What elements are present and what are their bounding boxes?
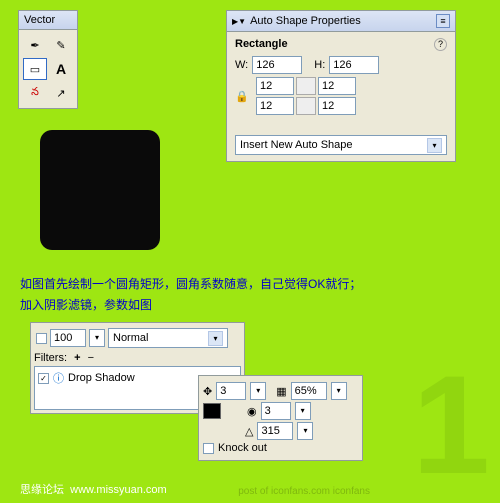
softness-input[interactable] bbox=[261, 402, 291, 420]
angle-icon: △ bbox=[245, 425, 253, 438]
blend-dropdown[interactable]: Normal ▾ bbox=[108, 328, 228, 348]
props-titlebar[interactable]: ▶▼ Auto Shape Properties ≡ bbox=[227, 11, 455, 32]
height-input[interactable] bbox=[329, 56, 379, 74]
props-title: Auto Shape Properties bbox=[250, 15, 361, 27]
corner-tl-input[interactable] bbox=[256, 77, 294, 95]
op-slider-icon[interactable]: ▾ bbox=[331, 382, 347, 400]
footer: 思缘论坛 www.missyuan.com bbox=[20, 481, 167, 497]
autoshape-panel: ▶▼ Auto Shape Properties ≡ ? Rectangle W… bbox=[226, 10, 456, 162]
filter-name: Drop Shadow bbox=[68, 372, 135, 384]
watermark: post of iconfans.com iconfans bbox=[238, 486, 370, 497]
pen-tool[interactable]: ✒ bbox=[23, 34, 47, 56]
collapse-icon[interactable]: ▶▼ bbox=[232, 17, 246, 26]
vector-panel: Vector ✒ ✎ ▭ A న ↗ bbox=[18, 10, 78, 109]
opacity-slider-icon[interactable]: ▾ bbox=[89, 329, 105, 347]
opacity-input[interactable] bbox=[50, 329, 86, 347]
corner-br-input[interactable] bbox=[318, 97, 356, 115]
filter-checkbox[interactable]: ✓ bbox=[38, 373, 49, 384]
corner-bl-input[interactable] bbox=[256, 97, 294, 115]
corner-type2-icon[interactable] bbox=[296, 97, 316, 115]
text-tool[interactable]: A bbox=[49, 58, 73, 80]
corner-type-icon[interactable] bbox=[296, 77, 316, 95]
dropdown-label: Insert New Auto Shape bbox=[240, 139, 353, 151]
instruction-line1: 如图首先绘制一个圆角矩形，圆角系数随意，自己觉得OK就行； bbox=[20, 275, 361, 292]
freeform-tool[interactable]: న bbox=[23, 82, 47, 104]
dist-slider-icon[interactable]: ▾ bbox=[250, 382, 266, 400]
instruction-line2: 加入阴影滤镜，参数如图 bbox=[20, 296, 152, 313]
pen2-tool[interactable]: ✎ bbox=[49, 34, 73, 56]
soft-slider-icon[interactable]: ▾ bbox=[295, 402, 311, 420]
filters-label: Filters: bbox=[34, 352, 67, 364]
alpha-icon: ▦ bbox=[276, 385, 286, 398]
vector-title: Vector bbox=[24, 14, 55, 26]
blend-label: Normal bbox=[113, 332, 148, 344]
help-icon[interactable]: ? bbox=[434, 38, 447, 51]
rounded-rect-preview bbox=[40, 130, 160, 250]
height-label: H: bbox=[314, 59, 325, 71]
knockout-label: Knock out bbox=[218, 442, 267, 454]
distance-input[interactable] bbox=[216, 382, 246, 400]
rect-tool[interactable]: ▭ bbox=[23, 58, 47, 80]
insert-shape-dropdown[interactable]: Insert New Auto Shape ▾ bbox=[235, 135, 447, 155]
width-label: W: bbox=[235, 59, 248, 71]
shape-name: Rectangle bbox=[235, 38, 447, 50]
angle-input[interactable] bbox=[257, 422, 293, 440]
remove-filter-button[interactable]: − bbox=[88, 352, 94, 364]
lock-icon[interactable]: 🔒 bbox=[235, 90, 249, 103]
dropdown-arrow-icon: ▾ bbox=[427, 138, 442, 153]
shadow-opacity-input[interactable] bbox=[291, 382, 327, 400]
visible-checkbox[interactable] bbox=[36, 333, 47, 344]
vector-titlebar[interactable]: Vector bbox=[19, 11, 77, 30]
color-swatch[interactable] bbox=[203, 403, 221, 419]
info-icon: ⓘ bbox=[53, 370, 64, 386]
angle-slider-icon[interactable]: ▾ bbox=[297, 422, 313, 440]
blend-arrow-icon: ▾ bbox=[208, 331, 223, 346]
corner-tr-input[interactable] bbox=[318, 77, 356, 95]
add-filter-button[interactable]: + bbox=[74, 352, 80, 364]
shadow-settings-panel: ✥ ▾ ▦ ▾ ◉ ▾ △ ▾ Knock out bbox=[198, 375, 363, 461]
panel-menu-icon[interactable]: ≡ bbox=[436, 14, 450, 28]
arrow-tool[interactable]: ↗ bbox=[49, 82, 73, 104]
soft-icon: ◉ bbox=[247, 405, 257, 418]
width-input[interactable] bbox=[252, 56, 302, 74]
move-icon: ✥ bbox=[203, 385, 212, 398]
knockout-checkbox[interactable] bbox=[203, 443, 214, 454]
